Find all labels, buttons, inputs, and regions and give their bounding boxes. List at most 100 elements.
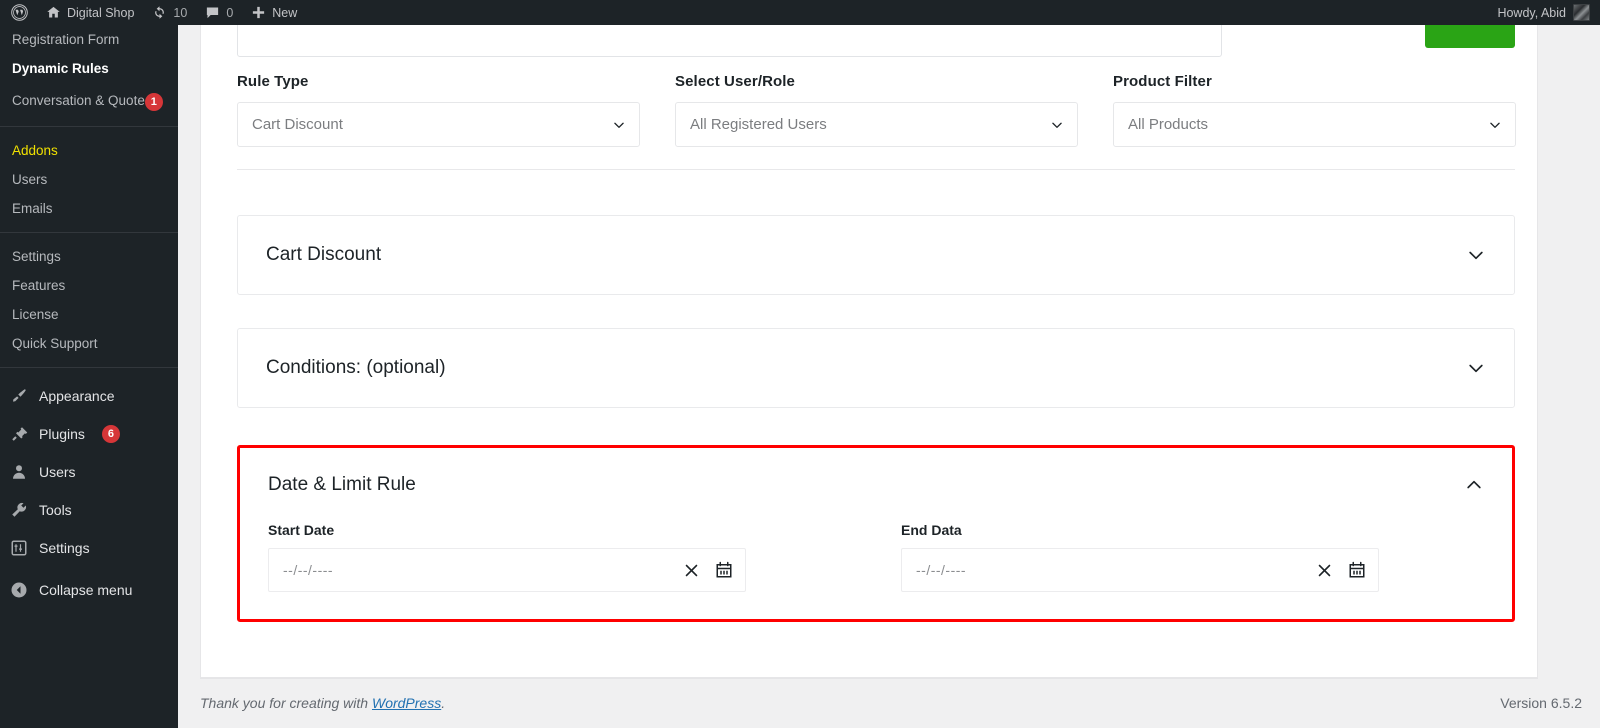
sidebar-item-plugins[interactable]: Plugins 6 [0, 415, 178, 453]
start-date-icons [683, 561, 733, 579]
footer-thanks-suffix: . [441, 695, 446, 711]
sidebar-item-label: Users [12, 172, 48, 187]
sidebar-item-label: Conversation & Quote [12, 92, 145, 108]
close-x-icon[interactable] [683, 562, 700, 579]
wordpress-logo-button[interactable] [2, 0, 37, 25]
user-role-value: All Registered Users [690, 116, 827, 133]
sidebar-item-quick-support[interactable]: Quick Support [0, 329, 178, 358]
new-content-button[interactable]: New [242, 0, 306, 25]
sidebar-item-label: License [12, 307, 59, 322]
sidebar-item-plugin-users[interactable]: Users [0, 165, 178, 194]
rule-settings-row: Rule Type Cart Discount Select User/Role… [237, 73, 1517, 147]
sidebar-collapse-menu[interactable]: Collapse menu [0, 571, 178, 609]
calendar-icon[interactable] [715, 561, 733, 579]
collapse-menu-label: Collapse menu [39, 582, 133, 598]
sidebar-item-wp-settings[interactable]: Settings [0, 529, 178, 567]
footer-thanks-prefix: Thank you for creating with [200, 695, 372, 711]
plugin-plug-icon [9, 424, 29, 444]
sidebar-item-label: Tools [39, 502, 72, 518]
sidebar-item-label: Settings [39, 540, 90, 556]
accordion-date-limit-rule[interactable]: Date & Limit Rule Start Date --/--/---- [237, 445, 1515, 622]
sidebar-item-label: Users [39, 464, 76, 480]
admin-bar-right[interactable]: Howdy, Abid [1497, 4, 1600, 21]
howdy-label: Howdy, Abid [1497, 5, 1566, 20]
sidebar-badge-plugins: 6 [101, 425, 120, 443]
avatar [1573, 4, 1590, 21]
chevron-down-icon[interactable] [1466, 245, 1486, 265]
close-x-icon[interactable] [1316, 562, 1333, 579]
chevron-down-icon [1488, 118, 1502, 132]
sidebar-item-registration-form[interactable]: Registration Form [0, 25, 178, 54]
sidebar-item-emails[interactable]: Emails [0, 194, 178, 223]
start-date-value: --/--/---- [283, 562, 334, 578]
sidebar-item-label: Features [12, 278, 66, 293]
wordpress-link[interactable]: WordPress [372, 695, 441, 711]
field-start-date: Start Date --/--/---- [268, 522, 746, 592]
wrench-icon [9, 500, 29, 520]
product-filter-value: All Products [1128, 116, 1209, 133]
plus-icon [251, 5, 266, 20]
accordion-cart-discount[interactable]: Cart Discount [237, 215, 1515, 295]
sidebar-item-features[interactable]: Features [0, 271, 178, 300]
user-icon [9, 462, 29, 482]
start-date-input[interactable]: --/--/---- [268, 548, 746, 592]
sidebar-item-label: Dynamic Rules [12, 61, 109, 76]
settings-sliders-icon [9, 538, 29, 558]
field-end-date: End Data --/--/---- [901, 522, 1379, 592]
user-role-select[interactable]: All Registered Users [675, 102, 1078, 147]
sidebar-item-wp-users[interactable]: Users [0, 453, 178, 491]
user-role-label: Select User/Role [675, 73, 795, 90]
sidebar-item-conversation-quote[interactable]: Conversation & Quote 1 [0, 83, 178, 117]
accordion-header[interactable]: Date & Limit Rule [240, 448, 1512, 522]
accordion-conditions[interactable]: Conditions: (optional) [237, 328, 1515, 408]
accordion-title: Conditions: (optional) [266, 357, 446, 378]
accordion-header[interactable]: Conditions: (optional) [238, 329, 1514, 407]
field-rule-type: Rule Type Cart Discount [237, 73, 640, 147]
accordion-title: Date & Limit Rule [268, 474, 416, 495]
end-date-label: End Data [901, 522, 962, 538]
sidebar-item-dynamic-rules[interactable]: Dynamic Rules [0, 54, 178, 83]
arrow-left-circle-icon [9, 580, 29, 600]
sidebar-divider-3 [0, 367, 178, 368]
home-icon [46, 5, 61, 20]
sidebar-item-label: Appearance [39, 388, 115, 404]
end-date-input[interactable]: --/--/---- [901, 548, 1379, 592]
accordion-header[interactable]: Cart Discount [238, 216, 1514, 294]
site-name-button[interactable]: Digital Shop [37, 0, 143, 25]
chevron-down-icon [1050, 118, 1064, 132]
rule-type-label: Rule Type [237, 73, 309, 90]
chevron-up-icon[interactable] [1464, 475, 1484, 495]
end-date-icons [1316, 561, 1366, 579]
footer-divider [200, 678, 1538, 679]
admin-bar: Digital Shop 10 0 New Howdy, Abid [0, 0, 1600, 25]
sidebar-item-tools[interactable]: Tools [0, 491, 178, 529]
new-label: New [272, 5, 298, 20]
footer-thanks: Thank you for creating with WordPress. [200, 695, 445, 711]
comments-count: 0 [226, 5, 234, 20]
accordion-title: Cart Discount [266, 244, 382, 265]
admin-footer: Thank you for creating with WordPress. V… [178, 678, 1600, 728]
product-filter-select[interactable]: All Products [1113, 102, 1516, 147]
date-fields-row: Start Date --/--/---- End Data --/--/---… [240, 522, 1512, 592]
rule-type-select[interactable]: Cart Discount [237, 102, 640, 147]
comments-button[interactable]: 0 [196, 0, 242, 25]
admin-bar-left: Digital Shop 10 0 New [0, 0, 306, 25]
wordpress-logo-icon [11, 4, 28, 21]
section-divider [237, 169, 1515, 170]
sidebar-divider-1 [0, 126, 178, 127]
chevron-down-icon[interactable] [1466, 358, 1486, 378]
sidebar-divider-2 [0, 232, 178, 233]
field-select-user-role: Select User/Role All Registered Users [675, 73, 1078, 147]
sidebar-item-appearance[interactable]: Appearance [0, 377, 178, 415]
calendar-icon[interactable] [1348, 561, 1366, 579]
paintbrush-icon [9, 386, 29, 406]
rule-type-value: Cart Discount [252, 116, 343, 133]
sidebar-item-license[interactable]: License [0, 300, 178, 329]
updates-button[interactable]: 10 [143, 0, 196, 25]
sidebar-item-label: Emails [12, 201, 53, 216]
content-area: Rule Type Cart Discount Select User/Role… [178, 5, 1600, 728]
sidebar-item-addons[interactable]: Addons [0, 136, 178, 165]
sidebar-item-settings[interactable]: Settings [0, 242, 178, 271]
sidebar-item-label: Registration Form [12, 32, 120, 47]
sidebar-badge-conversation: 1 [144, 93, 163, 111]
